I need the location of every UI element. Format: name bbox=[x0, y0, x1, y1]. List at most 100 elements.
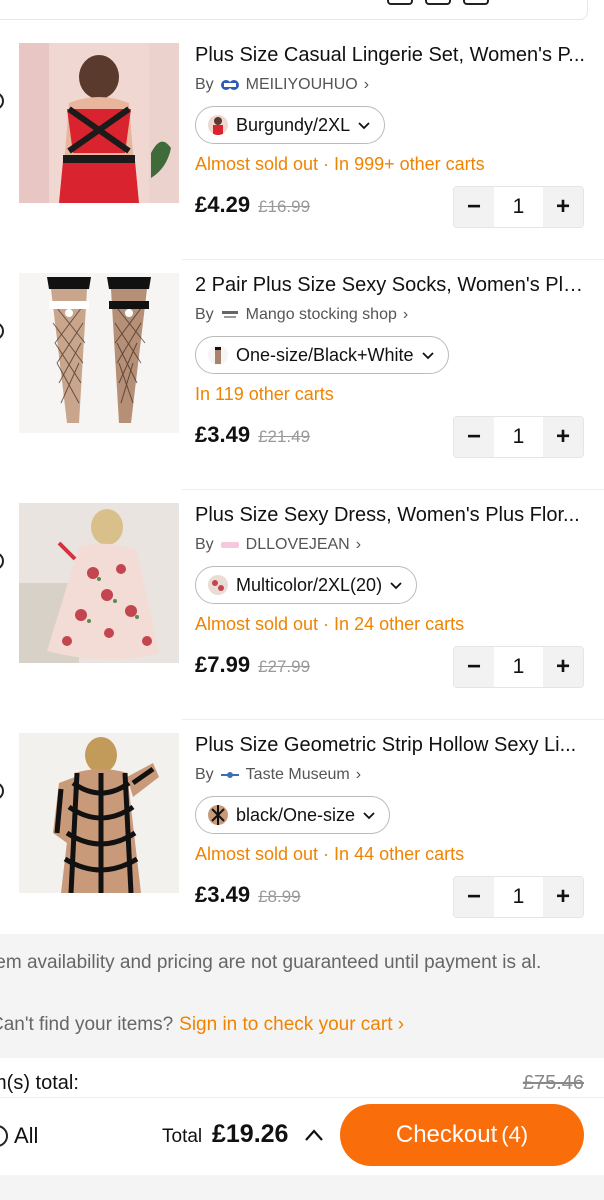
quantity-value[interactable]: 1 bbox=[494, 647, 543, 687]
cart-item: Plus Size Casual Lingerie Set, Women's P… bbox=[0, 30, 604, 260]
product-image-socks bbox=[19, 273, 179, 433]
store-prefix: By bbox=[195, 306, 214, 323]
sign-in-link[interactable]: Sign in to check your cart › bbox=[179, 1014, 404, 1036]
chevron-down-icon bbox=[358, 122, 370, 130]
variant-thumb bbox=[208, 805, 228, 825]
tab-icon bbox=[387, 0, 413, 5]
store-link[interactable]: By DLLOVEJEAN › bbox=[195, 536, 361, 554]
store-prefix: By bbox=[195, 76, 214, 93]
product-image[interactable] bbox=[19, 273, 179, 433]
store-logo-icon bbox=[220, 772, 239, 778]
product-title[interactable]: 2 Pair Plus Size Sexy Socks, Women's Plu… bbox=[195, 274, 590, 297]
store-link[interactable]: By Mango stocking shop › bbox=[195, 306, 408, 324]
product-image[interactable] bbox=[19, 733, 179, 893]
select-all-radio[interactable] bbox=[0, 1125, 8, 1147]
current-price: £3.49 bbox=[195, 882, 251, 907]
variant-selector[interactable]: Multicolor/2XL(20) bbox=[195, 566, 418, 604]
cart-item: Plus Size Sexy Dress, Women's Plus Flor.… bbox=[0, 490, 604, 720]
current-price: £7.99 bbox=[195, 652, 251, 677]
product-title[interactable]: Plus Size Casual Lingerie Set, Women's P… bbox=[195, 44, 590, 67]
bottom-gutter bbox=[0, 1175, 604, 1200]
increase-quantity-button[interactable]: + bbox=[543, 647, 583, 687]
stock-status: In 119 other carts bbox=[195, 384, 334, 404]
chevron-right-icon: › bbox=[363, 76, 370, 93]
quantity-stepper: − 1 + bbox=[453, 186, 584, 228]
product-title[interactable]: Plus Size Geometric Strip Hollow Sexy Li… bbox=[195, 734, 590, 757]
variant-selector[interactable]: Burgundy/2XL bbox=[195, 106, 386, 144]
chevron-up-icon[interactable] bbox=[304, 1128, 324, 1142]
cart-item: Plus Size Geometric Strip Hollow Sexy Li… bbox=[0, 720, 604, 950]
original-price: £21.49 bbox=[258, 427, 311, 446]
missing-items-prompt: Can't find your items? Sign in to check … bbox=[0, 1014, 404, 1036]
items-total-original: £75.46 bbox=[522, 1072, 584, 1094]
previous-store-card bbox=[0, 0, 588, 20]
chevron-right-icon: › bbox=[402, 306, 409, 323]
product-image-bodystocking bbox=[19, 733, 179, 893]
product-image[interactable] bbox=[19, 43, 179, 203]
variant-thumb bbox=[208, 115, 228, 135]
current-price: £3.49 bbox=[195, 422, 251, 447]
card-footer-icons bbox=[387, 0, 489, 5]
store-name: MEILIYOUHUO bbox=[245, 76, 358, 93]
variant-thumb bbox=[208, 575, 228, 595]
cart-item: 2 Pair Plus Size Sexy Socks, Women's Plu… bbox=[0, 260, 604, 490]
increase-quantity-button[interactable]: + bbox=[543, 417, 583, 457]
store-name: DLLOVEJEAN bbox=[245, 536, 350, 553]
quantity-value[interactable]: 1 bbox=[494, 187, 543, 227]
product-title[interactable]: Plus Size Sexy Dress, Women's Plus Flor.… bbox=[195, 504, 590, 527]
variant-label: black/One-size bbox=[236, 804, 356, 825]
checkout-count: (4) bbox=[501, 1122, 529, 1147]
chevron-down-icon bbox=[363, 812, 375, 820]
increase-quantity-button[interactable]: + bbox=[543, 187, 583, 227]
variant-thumb bbox=[208, 345, 228, 365]
price-group: £7.99 £27.99 bbox=[195, 652, 310, 678]
store-link[interactable]: By MEILIYOUHUO › bbox=[195, 76, 369, 94]
checkout-bar: All Total £19.26 Checkout (4) bbox=[0, 1097, 604, 1175]
decrease-quantity-button[interactable]: − bbox=[454, 187, 494, 227]
item-select-radio[interactable] bbox=[0, 322, 4, 340]
store-prefix: By bbox=[195, 536, 214, 553]
variant-label: Multicolor/2XL(20) bbox=[236, 574, 383, 595]
variant-selector[interactable]: One-size/Black+White bbox=[195, 336, 449, 374]
store-prefix: By bbox=[195, 766, 214, 783]
product-image-lingerie bbox=[19, 43, 179, 203]
total-value[interactable]: £19.26 bbox=[212, 1120, 288, 1149]
variant-label: Burgundy/2XL bbox=[236, 114, 351, 135]
variant-selector[interactable]: black/One-size bbox=[195, 796, 391, 834]
decrease-quantity-button[interactable]: − bbox=[454, 647, 494, 687]
stock-status: Almost sold out · In 999+ other carts bbox=[195, 154, 485, 174]
cart-notice: tem availability and pricing are not gua… bbox=[0, 934, 604, 1058]
tab-icon bbox=[425, 0, 451, 5]
item-select-radio[interactable] bbox=[0, 782, 4, 800]
item-select-radio[interactable] bbox=[0, 552, 4, 570]
chevron-right-icon: › bbox=[355, 766, 362, 783]
decrease-quantity-button[interactable]: − bbox=[454, 877, 494, 917]
price-group: £3.49 £8.99 bbox=[195, 882, 301, 908]
original-price: £16.99 bbox=[258, 197, 311, 216]
product-image-dress bbox=[19, 503, 179, 663]
chevron-down-icon bbox=[390, 582, 402, 590]
chevron-down-icon bbox=[421, 352, 434, 360]
current-price: £4.29 bbox=[195, 192, 251, 217]
total-label: Total bbox=[162, 1126, 203, 1147]
quantity-stepper: − 1 + bbox=[453, 876, 584, 918]
store-name: Taste Museum bbox=[245, 766, 350, 783]
store-logo-icon bbox=[221, 311, 238, 318]
select-all-label[interactable]: All bbox=[14, 1123, 38, 1149]
original-price: £8.99 bbox=[258, 887, 301, 906]
checkout-button[interactable]: Checkout (4) bbox=[340, 1104, 584, 1166]
quantity-value[interactable]: 1 bbox=[494, 877, 543, 917]
price-group: £4.29 £16.99 bbox=[195, 192, 310, 218]
store-link[interactable]: By Taste Museum › bbox=[195, 766, 361, 784]
quantity-value[interactable]: 1 bbox=[494, 417, 543, 457]
decrease-quantity-button[interactable]: − bbox=[454, 417, 494, 457]
stock-status: Almost sold out · In 44 other carts bbox=[195, 844, 465, 864]
product-image[interactable] bbox=[19, 503, 179, 663]
store-logo-icon bbox=[220, 542, 239, 548]
checkout-label: Checkout bbox=[395, 1121, 498, 1148]
variant-label: One-size/Black+White bbox=[236, 344, 414, 365]
tab-icon bbox=[463, 0, 489, 5]
original-price: £27.99 bbox=[258, 657, 311, 676]
item-select-radio[interactable] bbox=[0, 92, 4, 110]
increase-quantity-button[interactable]: + bbox=[543, 877, 583, 917]
